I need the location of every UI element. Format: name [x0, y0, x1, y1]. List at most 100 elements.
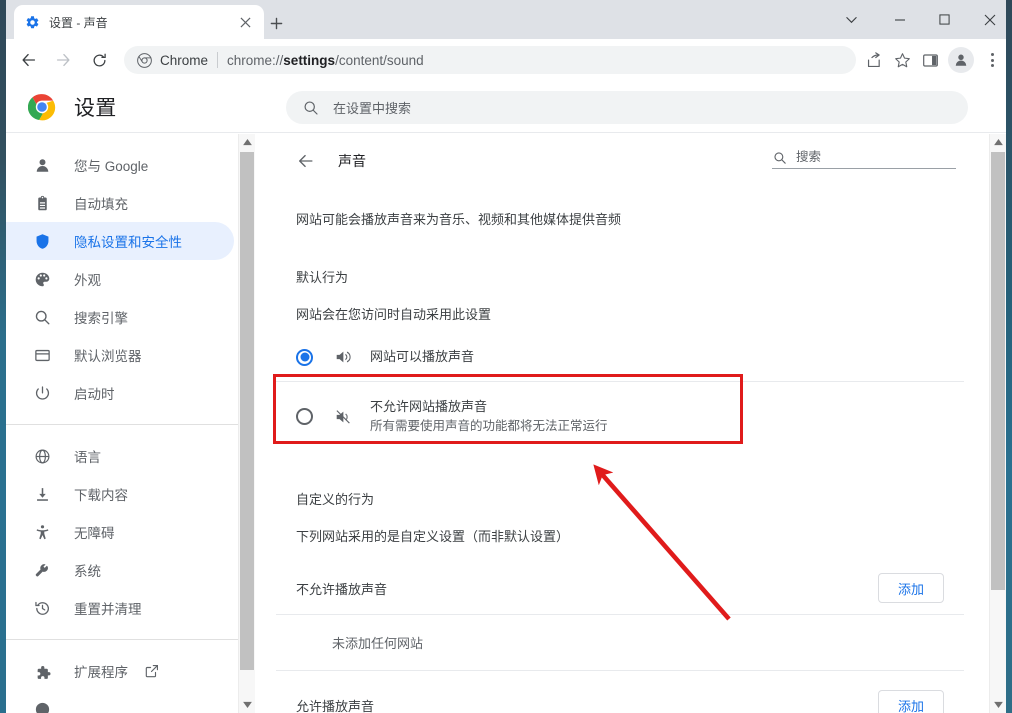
back-arrow-icon[interactable] — [296, 151, 316, 171]
default-behavior-sublabel: 网站会在您访问时自动采用此设置 — [296, 306, 492, 322]
download-icon — [32, 484, 52, 504]
three-dot-menu-icon[interactable] — [978, 46, 1006, 74]
reload-icon[interactable] — [84, 45, 114, 75]
share-icon[interactable] — [860, 46, 888, 74]
sidebar-item-label: 系统 — [74, 564, 101, 579]
scroll-down-arrow-icon[interactable] — [990, 696, 1007, 713]
sidebar-item-you-and-google[interactable]: 您与 Google — [6, 146, 234, 184]
sidebar-item-label: 启动时 — [74, 387, 115, 402]
close-icon[interactable] — [236, 13, 254, 31]
sidebar-item-label: 外观 — [74, 273, 101, 288]
list-section-allow-sound: 允许播放声音 添加 — [276, 671, 964, 713]
nav-group-advanced: 语言 下载内容 无障碍 系统 重置并清理 — [6, 425, 238, 627]
address-bar[interactable]: Chrome chrome://settings/content/sound — [124, 46, 856, 74]
url-bold: settings — [283, 52, 336, 68]
scroll-up-arrow-icon[interactable] — [239, 134, 256, 151]
settings-search-input[interactable]: 在设置中搜索 — [286, 91, 968, 124]
radio-option-texts: 网站可以播放声音 — [370, 347, 474, 367]
custom-behavior-label: 自定义的行为 — [296, 491, 375, 507]
browser-window-icon — [32, 345, 52, 365]
wrench-icon — [32, 560, 52, 580]
list-section-block-sound: 不允许播放声音 添加 — [276, 563, 964, 615]
page-title: 设置 — [74, 96, 117, 120]
radio-option-label: 网站可以播放声音 — [370, 348, 475, 364]
nav-group-main: 您与 Google 自动填充 隐私设置和安全性 外观 搜索引擎 默认浏览器 启动… — [6, 134, 238, 412]
chrome-logo — [27, 93, 56, 121]
sidebar-item-search-engine[interactable]: 搜索引擎 — [6, 298, 234, 336]
search-icon — [302, 99, 319, 116]
sidebar-item-accessibility[interactable]: 无障碍 — [6, 513, 234, 551]
external-link-icon — [144, 664, 159, 679]
radio-option-mute-sound[interactable]: 不允许网站播放声音 所有需要使用声音的功能都将无法正常运行 — [276, 382, 964, 452]
menu-dot — [990, 58, 994, 62]
settings-header: 设置 在设置中搜索 — [6, 81, 1006, 133]
radio-button-unselected[interactable] — [296, 408, 313, 425]
radio-button-selected[interactable] — [296, 348, 313, 366]
globe-icon — [32, 446, 52, 466]
sidebar-item-on-startup[interactable]: 启动时 — [6, 374, 234, 412]
sidebar-item-downloads[interactable]: 下载内容 — [6, 475, 234, 513]
settings-sidebar: 您与 Google 自动填充 隐私设置和安全性 外观 搜索引擎 默认浏览器 启动… — [6, 134, 238, 713]
toolbar-actions — [860, 46, 1006, 74]
browser-tab[interactable]: 设置 - 声音 — [14, 5, 264, 39]
sidebar-item-partial[interactable] — [6, 690, 234, 713]
sidebar-item-label: 搜索引擎 — [74, 311, 128, 326]
star-icon[interactable] — [888, 46, 916, 74]
content-scrollbar[interactable] — [989, 134, 1006, 713]
volume-off-icon — [333, 407, 352, 426]
add-button-block-sound[interactable]: 添加 — [878, 573, 944, 603]
sidebar-item-extensions[interactable]: 扩展程序 — [6, 652, 234, 690]
radio-option-label: 不允许网站播放声音 — [370, 398, 488, 414]
person-icon — [32, 155, 52, 175]
sound-settings-card: 声音 搜索 网站可能会播放声音来为音乐、视频和其他媒体提供音频 默认行为 网站会… — [276, 134, 964, 713]
url-suffix: /content/sound — [335, 52, 424, 68]
sidebar-scrollbar[interactable] — [238, 134, 255, 713]
content-search-input[interactable]: 搜索 — [772, 146, 956, 169]
back-arrow-icon[interactable] — [14, 45, 44, 75]
sidebar-item-languages[interactable]: 语言 — [6, 437, 234, 475]
content-title: 声音 — [338, 153, 366, 169]
forward-arrow-icon — [48, 45, 78, 75]
sidebar-item-reset-and-cleanup[interactable]: 重置并清理 — [6, 589, 234, 627]
sidebar-item-autofill[interactable]: 自动填充 — [6, 184, 234, 222]
tab-strip: 设置 - 声音 — [0, 0, 1012, 39]
add-button-allow-sound[interactable]: 添加 — [878, 690, 944, 713]
sidebar-item-appearance[interactable]: 外观 — [6, 260, 234, 298]
chevron-down-icon[interactable] — [825, 0, 877, 39]
list-section-label: 允许播放声音 — [296, 698, 375, 713]
custom-behavior-sublabel: 下列网站采用的是自定义设置（而非默认设置） — [296, 528, 570, 544]
side-panel-icon[interactable] — [916, 46, 944, 74]
scroll-up-arrow-icon[interactable] — [990, 134, 1007, 151]
empty-state-block-sound: 未添加任何网站 — [276, 615, 964, 671]
omnibox-chip-label: Chrome — [160, 52, 209, 68]
url-prefix: chrome:// — [227, 52, 284, 68]
palette-icon — [32, 269, 52, 289]
settings-search-placeholder: 在设置中搜索 — [333, 101, 412, 116]
content-scrollbar-thumb[interactable] — [991, 152, 1005, 590]
content-page-header: 声音 搜索 — [276, 134, 964, 188]
list-section-label: 不允许播放声音 — [296, 581, 388, 597]
settings-gear-icon — [24, 14, 40, 30]
radio-option-allow-sound[interactable]: 网站可以播放声音 — [276, 334, 964, 382]
maximize-button[interactable] — [922, 0, 967, 39]
omnibox-separator — [217, 52, 219, 68]
minimize-button[interactable] — [877, 0, 922, 39]
content-search-placeholder: 搜索 — [796, 150, 822, 164]
sidebar-scrollbar-thumb[interactable] — [240, 152, 254, 670]
radio-option-sublabel: 所有需要使用声音的功能都将无法正常运行 — [370, 418, 608, 433]
omnibox-url: chrome://settings/content/sound — [227, 53, 424, 68]
sidebar-item-privacy-and-security[interactable]: 隐私设置和安全性 — [6, 222, 234, 260]
puzzle-icon — [32, 661, 52, 681]
scroll-down-arrow-icon[interactable] — [239, 696, 256, 713]
window-edge-left — [0, 0, 6, 713]
sidebar-item-label: 重置并清理 — [74, 602, 142, 617]
menu-dot — [990, 64, 994, 67]
sidebar-item-label: 无障碍 — [74, 526, 115, 541]
sidebar-item-default-browser[interactable]: 默认浏览器 — [6, 336, 234, 374]
sidebar-item-label: 自动填充 — [74, 197, 128, 212]
new-tab-button[interactable] — [262, 9, 290, 37]
profile-avatar-icon[interactable] — [948, 47, 974, 73]
history-restore-icon — [32, 598, 52, 618]
power-icon — [32, 383, 52, 403]
sidebar-item-system[interactable]: 系统 — [6, 551, 234, 589]
